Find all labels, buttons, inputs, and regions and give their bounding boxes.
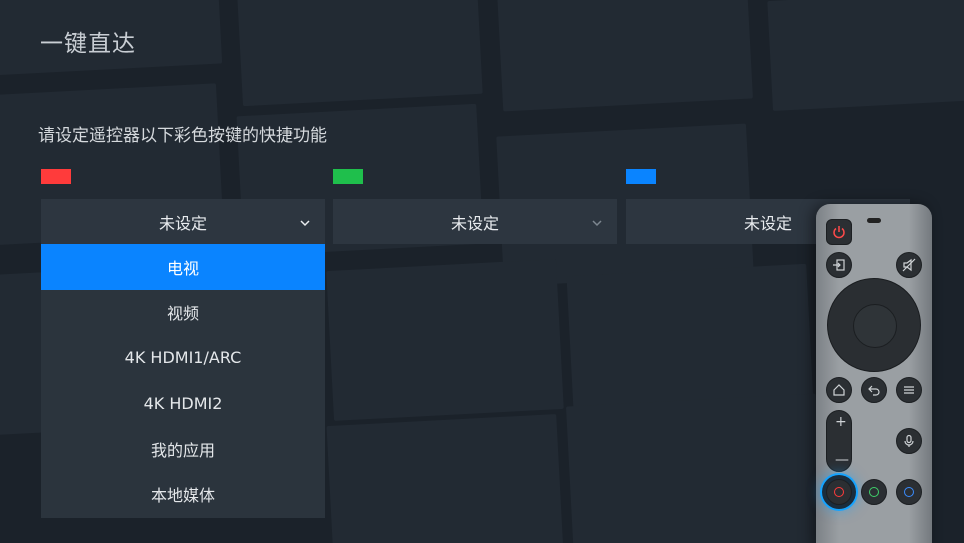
power-icon: [826, 219, 852, 245]
blue-key-icon: [896, 479, 922, 505]
home-icon: [826, 377, 852, 403]
volume-rocker: + —: [826, 410, 852, 472]
red-key-select-value: 未设定: [158, 213, 207, 233]
dropdown-item-local-media[interactable]: 本地媒体: [41, 472, 325, 518]
volume-plus-label: +: [835, 414, 847, 430]
blue-key-select-value: 未设定: [743, 213, 792, 233]
mic-icon: [896, 428, 922, 454]
back-icon: [861, 377, 887, 403]
chevron-down-icon: [591, 214, 603, 227]
dropdown-item-hdmi2[interactable]: 4K HDMI2: [41, 381, 325, 427]
dropdown-item-video[interactable]: 视频: [41, 290, 325, 336]
remote-illustration: + —: [816, 204, 932, 543]
remote-led: [867, 218, 881, 223]
page-title: 一键直达: [40, 31, 136, 57]
blue-key-swatch: [626, 169, 656, 184]
dropdown-item-tv[interactable]: 电视: [41, 244, 325, 290]
dropdown-item-hdmi1[interactable]: 4K HDMI1/ARC: [41, 335, 325, 381]
mute-icon: [896, 252, 922, 278]
green-key-swatch: [333, 169, 363, 184]
ok-button: [853, 304, 897, 348]
menu-icon: [896, 377, 922, 403]
chevron-down-icon: [299, 214, 311, 227]
green-key-select-value: 未设定: [450, 213, 499, 233]
page-subtitle: 请设定遥控器以下彩色按键的快捷功能: [38, 126, 327, 146]
dropdown-item-my-apps[interactable]: 我的应用: [41, 426, 325, 472]
green-key-icon: [861, 479, 887, 505]
dpad: [827, 278, 921, 372]
red-key-swatch: [41, 169, 71, 184]
red-key-select[interactable]: 未设定: [41, 199, 325, 244]
red-key-dropdown-list: 电视 视频 4K HDMI1/ARC 4K HDMI2 我的应用 本地媒体: [41, 244, 325, 518]
volume-minus-label: —: [835, 452, 849, 468]
input-icon: [826, 252, 852, 278]
green-key-select[interactable]: 未设定: [333, 199, 617, 244]
red-key-icon: [826, 479, 852, 505]
